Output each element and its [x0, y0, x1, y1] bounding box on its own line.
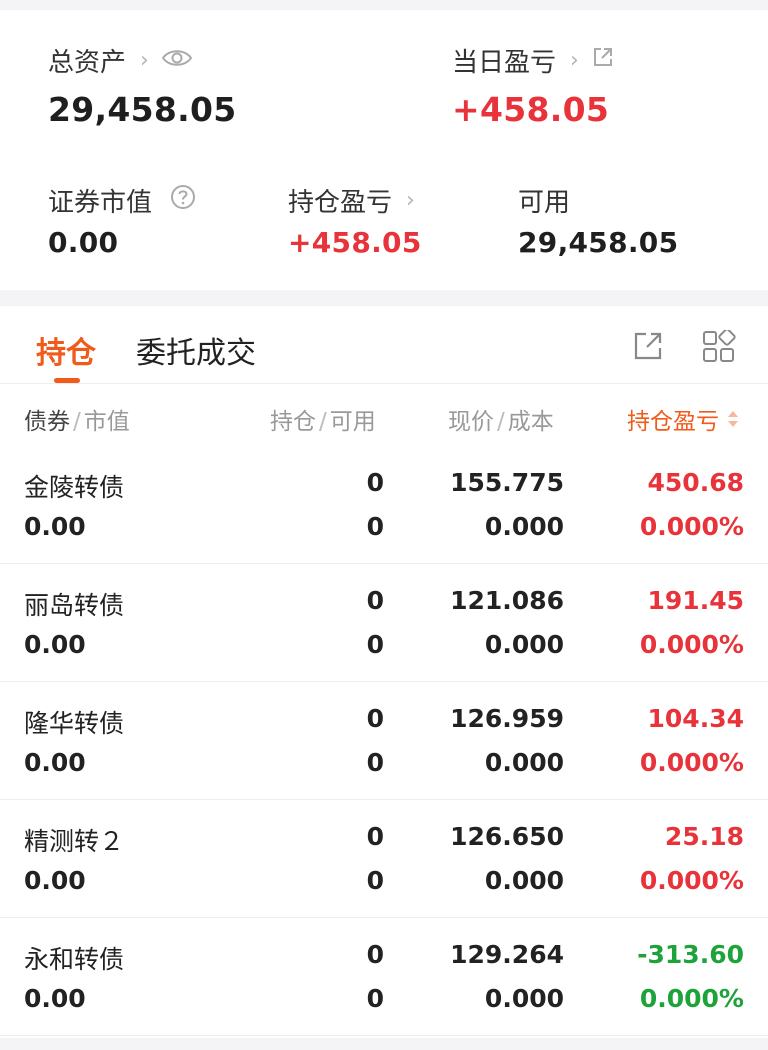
market-value: 0.00	[24, 512, 86, 541]
table-row[interactable]: 丽岛转债 0.00 0 0 121.086 0.000 191.45 0.000%	[0, 564, 768, 682]
tab-holdings[interactable]: 持仓	[36, 328, 96, 372]
holding-qty: 0	[366, 940, 384, 969]
tab-orders[interactable]: 委托成交	[136, 328, 256, 372]
securities-value-label-group: 证券市值	[48, 182, 196, 219]
tab-bar: 持仓 委托成交	[0, 306, 768, 384]
current-price: 121.086	[450, 586, 564, 615]
column-header-holding: 持仓 / 可用	[270, 409, 376, 435]
grid-view-icon[interactable]	[702, 328, 736, 368]
market-value: 0.00	[24, 630, 86, 659]
daily-pnl-link[interactable]: 当日盈亏 ›	[452, 42, 615, 79]
table-row[interactable]: 金陵转债 0.00 0 0 155.775 0.000 450.68 0.000%	[0, 446, 768, 564]
holding-pnl-label: 持仓盈亏	[288, 188, 393, 218]
eye-icon[interactable]	[161, 46, 193, 76]
total-assets-value: 29,458.05	[48, 90, 237, 129]
bond-name: 金陵转债	[24, 473, 125, 502]
daily-pnl-label: 当日盈亏	[452, 48, 557, 78]
holding-pnl-percent: 0.000%	[639, 512, 744, 541]
holding-pnl-percent: 0.000%	[639, 866, 744, 895]
current-price: 129.264	[450, 940, 564, 969]
cost-price: 0.000	[484, 630, 564, 659]
bond-name: 精测转２	[24, 827, 125, 856]
holding-qty: 0	[366, 704, 384, 733]
securities-value-label: 证券市值	[48, 188, 153, 218]
current-price: 155.775	[450, 468, 564, 497]
holding-pnl: 450.68	[647, 468, 744, 497]
available-qty: 0	[366, 630, 384, 659]
active-tab-indicator	[54, 378, 80, 383]
bond-name: 永和转债	[24, 945, 125, 974]
table-row[interactable]: 永和转债 0.00 0 0 129.264 0.000 -313.60 0.000%	[0, 918, 768, 1036]
chevron-right-icon: ›	[140, 48, 149, 73]
holding-pnl: 104.34	[647, 704, 744, 733]
help-circle-icon[interactable]	[170, 184, 196, 217]
share-icon[interactable]	[591, 45, 615, 76]
holding-pnl: 25.18	[664, 822, 744, 851]
holding-pnl-link[interactable]: 持仓盈亏 ›	[288, 182, 415, 219]
market-value: 0.00	[24, 866, 86, 895]
available-qty: 0	[366, 984, 384, 1013]
securities-value: 0.00	[48, 226, 119, 259]
available-label: 可用	[518, 188, 571, 218]
holding-qty: 0	[366, 586, 384, 615]
cost-price: 0.000	[484, 866, 564, 895]
available-qty: 0	[366, 512, 384, 541]
holding-pnl: -313.60	[637, 940, 744, 969]
holding-pnl-percent: 0.000%	[639, 984, 744, 1013]
holding-pnl-percent: 0.000%	[639, 630, 744, 659]
export-icon[interactable]	[632, 330, 664, 366]
current-price: 126.650	[450, 822, 564, 851]
bond-name: 丽岛转债	[24, 591, 125, 620]
column-header-pnl-sort[interactable]: 持仓盈亏	[627, 402, 740, 436]
daily-pnl-value: +458.05	[452, 90, 610, 129]
column-header-bond: 债券 / 市值	[24, 409, 130, 435]
available-value: 29,458.05	[518, 226, 679, 259]
cost-price: 0.000	[484, 984, 564, 1013]
table-row[interactable]: 隆华转债 0.00 0 0 126.959 0.000 104.34 0.000%	[0, 682, 768, 800]
holding-pnl: 191.45	[647, 586, 744, 615]
sort-icon	[726, 409, 740, 435]
account-summary: 总资产 › 29,458.05 当日盈亏 › +458.05 证券市值 0.00…	[0, 10, 768, 290]
total-assets-label: 总资产	[48, 48, 127, 78]
holding-qty: 0	[366, 468, 384, 497]
chevron-right-icon: ›	[570, 48, 579, 73]
holding-qty: 0	[366, 822, 384, 851]
available-qty: 0	[366, 748, 384, 777]
cost-price: 0.000	[484, 748, 564, 777]
positions-panel: 持仓 委托成交 债券 / 市值 持仓 / 可用 现价 / 成本 持仓盈亏 金陵转债 0.00 0…	[0, 306, 768, 1038]
table-row[interactable]: 精测转２ 0.00 0 0 126.650 0.000 25.18 0.000%	[0, 800, 768, 918]
holding-pnl-percent: 0.000%	[639, 748, 744, 777]
cost-price: 0.000	[484, 512, 564, 541]
column-header-price: 现价 / 成本	[448, 409, 554, 435]
bond-name: 隆华转债	[24, 709, 125, 738]
holding-pnl-value: +458.05	[288, 226, 422, 259]
market-value: 0.00	[24, 984, 86, 1013]
total-assets-link[interactable]: 总资产 ›	[48, 42, 193, 79]
available-qty: 0	[366, 866, 384, 895]
market-value: 0.00	[24, 748, 86, 777]
current-price: 126.959	[450, 704, 564, 733]
chevron-right-icon: ›	[406, 188, 415, 213]
